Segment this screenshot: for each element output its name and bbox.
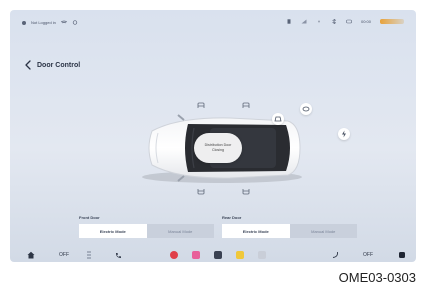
front-door-manual-mode-button[interactable]: Manual Mode	[146, 224, 214, 238]
steering-heat-icon	[332, 251, 338, 258]
bottom-dock: OFF OFF	[10, 248, 416, 262]
settings-icon[interactable]	[72, 20, 78, 25]
user-status-icon	[22, 20, 26, 25]
front-door-label: Front Door	[79, 215, 100, 220]
rear-left-door-icon[interactable]	[241, 101, 250, 110]
rear-door-manual-mode-button[interactable]: Manual Mode	[289, 224, 357, 238]
front-right-door-icon[interactable]	[196, 187, 205, 196]
phone-icon	[116, 252, 121, 258]
steering-heat-button[interactable]	[332, 251, 339, 259]
trunk-icon	[274, 116, 282, 122]
power-button[interactable]	[398, 251, 406, 259]
right-climate-status[interactable]: OFF	[363, 252, 373, 258]
door-icon	[302, 106, 310, 112]
frunk-button[interactable]	[300, 103, 312, 115]
front-left-door-icon[interactable]	[196, 101, 205, 110]
seat-heat-button[interactable]	[86, 251, 92, 260]
rear-door-group: Rear Door Electric Mode Manual Mode	[222, 215, 357, 238]
bluetooth-icon	[332, 19, 336, 24]
app-shortcut-5[interactable]	[258, 251, 266, 259]
app-pink-icon	[192, 251, 200, 259]
clock-text: 00:00	[360, 19, 371, 24]
head-unit-screen: Not Logged in 00:00 Door Control Distrib…	[10, 10, 416, 262]
rear-right-door-icon[interactable]	[241, 187, 250, 196]
status-bar: Not Logged in 00:00	[10, 10, 416, 36]
app-red-icon	[170, 251, 178, 259]
rear-door-label: Rear Door	[222, 215, 242, 220]
door-status-line2: Closing	[212, 148, 224, 152]
charge-port-button[interactable]	[338, 128, 350, 140]
trunk-button[interactable]	[272, 113, 284, 125]
wifi-icon	[60, 20, 67, 24]
battery-icon	[287, 19, 291, 24]
phone-button[interactable]	[115, 252, 122, 259]
app-shortcut-3[interactable]	[214, 251, 222, 259]
login-status-text[interactable]: Not Logged in	[31, 20, 56, 25]
message-icon	[346, 19, 352, 24]
home-icon	[27, 251, 35, 259]
seat-heat-icon	[87, 251, 91, 258]
power-icon	[399, 252, 405, 258]
rear-door-mode-selector: Electric Mode Manual Mode	[222, 224, 357, 238]
front-door-electric-mode-button[interactable]: Electric Mode	[79, 224, 147, 238]
app-shortcut-1[interactable]	[170, 251, 178, 259]
door-status-bubble: Distribution Door Closing	[194, 133, 242, 163]
app-shortcut-4[interactable]	[236, 251, 244, 259]
app-dark-icon	[214, 251, 222, 259]
brand-logo	[380, 19, 404, 24]
charge-port-icon	[342, 130, 346, 138]
front-door-mode-selector: Electric Mode Manual Mode	[79, 224, 214, 238]
app-shortcut-2[interactable]	[192, 251, 200, 259]
app-grey-icon	[258, 251, 266, 259]
page-header: Door Control	[24, 60, 80, 70]
figure-code: OME03-0303	[338, 270, 416, 285]
back-arrow-icon[interactable]	[24, 60, 32, 70]
signal-icon	[301, 19, 307, 24]
home-button[interactable]	[27, 251, 35, 259]
network-icon	[317, 20, 320, 23]
rear-door-electric-mode-button[interactable]: Electric Mode	[222, 224, 290, 238]
left-climate-status[interactable]: OFF	[59, 252, 69, 258]
front-door-group: Front Door Electric Mode Manual Mode	[79, 215, 214, 238]
app-yellow-icon	[236, 251, 244, 259]
page-title: Door Control	[37, 61, 81, 69]
